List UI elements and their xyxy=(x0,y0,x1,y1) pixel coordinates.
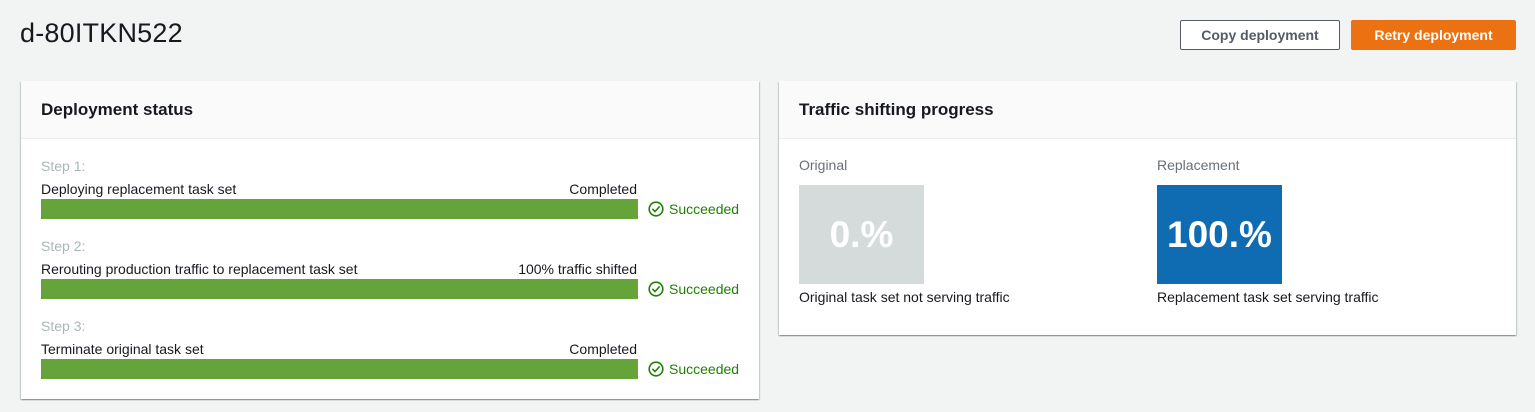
retry-deployment-button[interactable]: Retry deployment xyxy=(1351,20,1516,50)
deployment-status-panel: Deployment status Step 1: Deploying repl… xyxy=(21,81,759,399)
check-circle-icon xyxy=(648,201,664,217)
deployment-step: Step 3: Terminate original task set Comp… xyxy=(41,318,739,388)
step-progress-text: Completed xyxy=(569,181,637,197)
original-label: Original xyxy=(799,157,848,173)
step-progress-bar xyxy=(41,359,638,379)
original-percentage-box: 0.% xyxy=(799,185,924,284)
original-caption: Original task set not serving traffic xyxy=(799,289,1010,305)
deployment-status-header: Deployment status xyxy=(21,81,759,139)
deployment-step: Step 2: Rerouting production traffic to … xyxy=(41,238,739,308)
step-progress-fill xyxy=(41,199,638,219)
step-status-label: Succeeded xyxy=(669,201,740,217)
step-description: Rerouting production traffic to replacem… xyxy=(41,261,358,277)
step-status: Succeeded xyxy=(648,201,739,217)
step-progress-fill xyxy=(41,359,638,379)
step-progress-bar xyxy=(41,199,638,219)
step-status: Succeeded xyxy=(648,361,739,377)
replacement-label: Replacement xyxy=(1157,157,1240,173)
step-progress-fill xyxy=(41,279,638,299)
step-title: Step 2: xyxy=(41,238,86,254)
step-title: Step 1: xyxy=(41,158,86,174)
step-description: Terminate original task set xyxy=(41,341,204,357)
original-traffic: Original 0.% Original task set not servi… xyxy=(799,157,1010,305)
step-title: Step 3: xyxy=(41,318,86,334)
step-status-label: Succeeded xyxy=(669,281,740,297)
step-progress-text: 100% traffic shifted xyxy=(518,261,637,277)
step-progress-bar xyxy=(41,279,638,299)
traffic-shifting-header: Traffic shifting progress xyxy=(779,81,1516,139)
check-circle-icon xyxy=(648,361,664,377)
step-description: Deploying replacement task set xyxy=(41,181,237,197)
step-status-label: Succeeded xyxy=(669,361,740,377)
replacement-percentage-box: 100.% xyxy=(1157,185,1282,284)
page-title: d-80ITKN522 xyxy=(20,18,183,48)
replacement-caption: Replacement task set serving traffic xyxy=(1157,289,1379,305)
check-circle-icon xyxy=(648,281,664,297)
copy-deployment-button[interactable]: Copy deployment xyxy=(1180,20,1340,50)
replacement-traffic: Replacement 100.% Replacement task set s… xyxy=(1157,157,1379,305)
traffic-shifting-panel: Traffic shifting progress Original 0.% O… xyxy=(779,81,1516,335)
step-status: Succeeded xyxy=(648,281,739,297)
deployment-step: Step 1: Deploying replacement task set C… xyxy=(41,158,739,228)
step-progress-text: Completed xyxy=(569,341,637,357)
